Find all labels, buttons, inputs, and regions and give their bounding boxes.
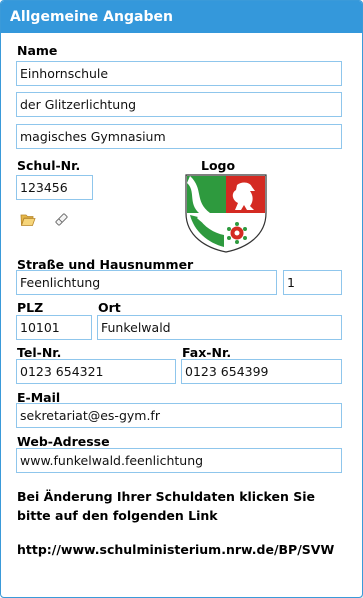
panel-title: Allgemeine Angaben bbox=[1, 1, 362, 33]
website-label: Web-Adresse bbox=[17, 434, 110, 449]
name-line-1-field[interactable]: Einhornschule bbox=[16, 61, 342, 86]
folder-open-icon[interactable] bbox=[20, 213, 36, 227]
street-field[interactable]: Feenlichtung bbox=[16, 270, 277, 295]
eraser-icon[interactable] bbox=[54, 212, 69, 227]
name-line-3-field[interactable]: magisches Gymnasium bbox=[16, 124, 342, 149]
zip-label: PLZ bbox=[17, 300, 44, 315]
name-label: Name bbox=[17, 43, 58, 58]
city-field[interactable]: Funkelwald bbox=[97, 315, 342, 340]
change-info-line-1: Bei Änderung Ihrer Schuldaten klicken Si… bbox=[17, 489, 315, 504]
phone-field[interactable]: 0123 654321 bbox=[16, 359, 176, 384]
phone-label: Tel-Nr. bbox=[17, 345, 62, 360]
fax-label: Fax-Nr. bbox=[182, 345, 232, 360]
zip-field[interactable]: 10101 bbox=[16, 315, 92, 340]
school-number-label: Schul-Nr. bbox=[17, 158, 81, 173]
name-line-2-field[interactable]: der Glitzerlichtung bbox=[16, 92, 342, 117]
general-info-panel: Allgemeine Angaben Name Einhornschule de… bbox=[0, 0, 363, 598]
school-number-field[interactable]: 123456 bbox=[16, 175, 93, 200]
nrw-coat-of-arms-logo bbox=[185, 174, 267, 253]
logo-label: Logo bbox=[201, 158, 236, 173]
email-field[interactable]: sekretariat@es-gym.fr bbox=[16, 403, 342, 428]
change-info-text: Bei Änderung Ihrer Schuldaten klicken Si… bbox=[17, 487, 337, 525]
fax-field[interactable]: 0123 654399 bbox=[181, 359, 342, 384]
ministry-link[interactable]: http://www.schulministerium.nrw.de/BP/SV… bbox=[17, 542, 335, 557]
house-number-field[interactable]: 1 bbox=[283, 270, 342, 295]
website-field[interactable]: www.funkelwald.feenlichtung bbox=[16, 448, 342, 473]
city-label: Ort bbox=[98, 300, 121, 315]
change-info-line-2: bitte auf den folgenden Link bbox=[17, 508, 218, 523]
